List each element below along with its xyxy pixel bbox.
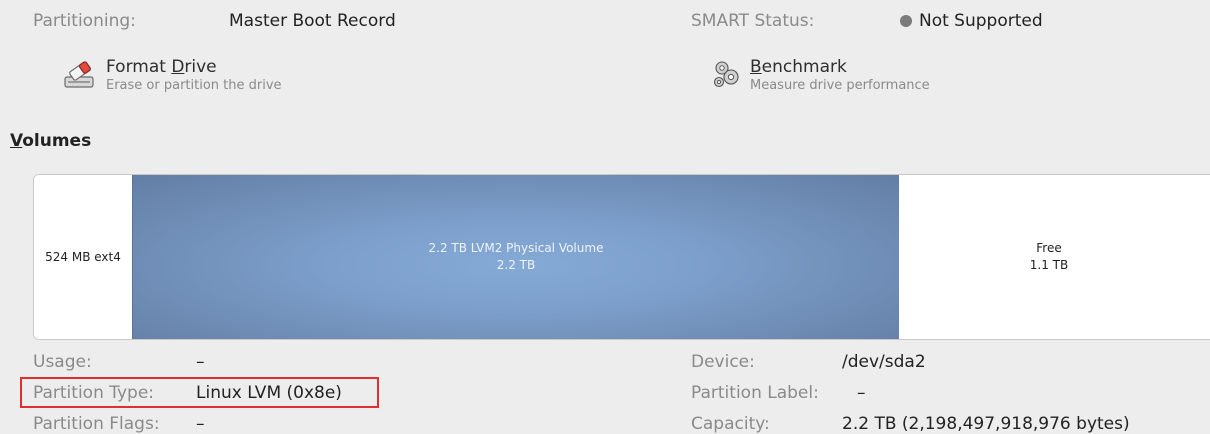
benchmark-title: Benchmark [750, 57, 847, 77]
gears-icon [711, 57, 741, 91]
eraser-icon [62, 57, 96, 91]
volume-segment-label: 2.2 TB LVM2 Physical Volume [428, 241, 604, 255]
volume-segment-free[interactable]: Free 1.1 TB [899, 175, 1199, 339]
volume-segment-size: 1.1 TB [1029, 258, 1069, 272]
status-dot-icon [900, 15, 912, 27]
smart-status-label: SMART Status: [691, 11, 815, 31]
partitioning-value: Master Boot Record [229, 11, 396, 31]
usage-value: – [196, 352, 205, 372]
volume-segment-lvm[interactable]: 2.2 TB LVM2 Physical Volume 2.2 TB [132, 175, 900, 339]
benchmark-subtitle: Measure drive performance [750, 78, 930, 93]
format-drive-subtitle: Erase or partition the drive [106, 78, 282, 93]
capacity-value: 2.2 TB (2,198,497,918,976 bytes) [842, 414, 1130, 434]
volumes-bar: 524 MB ext4 2.2 TB LVM2 Physical Volume … [33, 174, 1210, 340]
volume-segment-label: Free [1036, 241, 1062, 255]
volume-segment-size: 2.2 TB [496, 258, 536, 272]
highlight-box [20, 377, 379, 408]
volumes-heading: Volumes [10, 131, 92, 151]
partition-flags-label: Partition Flags: [33, 414, 160, 434]
usage-label: Usage: [33, 352, 92, 372]
partition-label-label: Partition Label: [691, 383, 819, 403]
volume-segment-ext4[interactable]: 524 MB ext4 [34, 175, 132, 339]
partition-flags-value: – [196, 414, 205, 434]
capacity-label: Capacity: [691, 414, 770, 434]
partition-label-value: – [857, 383, 866, 403]
smart-status-value: Not Supported [900, 11, 1043, 31]
format-drive-title: Format Drive [106, 57, 217, 77]
device-value: /dev/sda2 [842, 352, 926, 372]
smart-status-text: Not Supported [919, 11, 1043, 31]
device-label: Device: [691, 352, 755, 372]
volume-segment-label: 524 MB ext4 [45, 249, 121, 264]
benchmark-button[interactable]: Benchmark Measure drive performance [711, 57, 930, 95]
partitioning-label: Partitioning: [33, 11, 136, 31]
format-drive-button[interactable]: Format Drive Erase or partition the driv… [62, 57, 282, 95]
